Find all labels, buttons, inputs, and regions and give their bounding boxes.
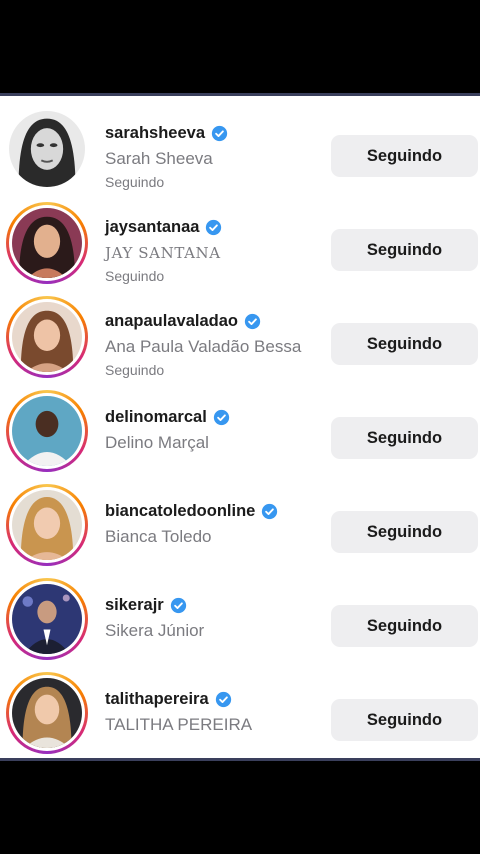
following-button[interactable]: Seguindo xyxy=(331,699,478,741)
following-button[interactable]: Seguindo xyxy=(331,417,478,459)
following-button[interactable]: Seguindo xyxy=(331,135,478,177)
username[interactable]: talithapereira xyxy=(105,688,209,710)
verified-badge-icon xyxy=(215,691,231,707)
list-item[interactable]: talithapereira TALITHA PEREIRA Seguindo xyxy=(0,668,480,762)
follow-status: Seguindo xyxy=(105,174,165,190)
following-list-screen: sarahsheeva Sarah Sheeva Seguindo Seguin… xyxy=(0,93,480,761)
avatar[interactable] xyxy=(6,296,88,378)
username[interactable]: sarahsheeva xyxy=(105,122,205,144)
full-name: Delino Marçal xyxy=(105,433,209,452)
profile-photo xyxy=(12,490,82,560)
profile-photo xyxy=(12,396,82,466)
full-name: TALITHA PEREIRA xyxy=(105,715,253,734)
profile-photo xyxy=(12,302,82,372)
avatar[interactable] xyxy=(6,390,88,472)
avatar[interactable] xyxy=(6,108,88,190)
profile-photo xyxy=(9,111,85,187)
list-item[interactable]: sikerajr Sikera Júnior Seguindo xyxy=(0,574,480,668)
full-name: Bianca Toledo xyxy=(105,527,212,546)
verified-badge-icon xyxy=(244,313,261,329)
full-name: Ana Paula Valadão Bessa xyxy=(105,337,302,356)
username[interactable]: biancatoledoonline xyxy=(105,500,255,522)
avatar[interactable] xyxy=(6,672,88,754)
full-name: Sarah Sheeva xyxy=(105,149,213,168)
following-button[interactable]: Seguindo xyxy=(331,605,478,647)
username[interactable]: anapaulavaladao xyxy=(105,310,238,332)
follow-status: Seguindo xyxy=(105,268,165,284)
profile-photo xyxy=(12,678,82,748)
username[interactable]: sikerajr xyxy=(105,594,164,616)
following-button[interactable]: Seguindo xyxy=(331,229,478,271)
profile-photo xyxy=(12,208,82,278)
username[interactable]: delinomarcal xyxy=(105,406,207,428)
avatar[interactable] xyxy=(6,484,88,566)
list-item[interactable]: biancatoledoonline Bianca Toledo Seguind… xyxy=(0,480,480,574)
verified-badge-icon xyxy=(170,597,186,613)
username[interactable]: jaysantanaa xyxy=(105,216,199,238)
full-name: JAY SANTANA xyxy=(105,244,221,262)
following-button[interactable]: Seguindo xyxy=(331,323,478,365)
verified-badge-icon xyxy=(213,409,229,425)
full-name: Sikera Júnior xyxy=(105,621,205,640)
profile-photo xyxy=(12,584,82,654)
list-item[interactable]: anapaulavaladao Ana Paula Valadão Bessa … xyxy=(0,292,480,386)
list-item[interactable]: delinomarcal Delino Marçal Seguindo xyxy=(0,386,480,480)
following-button[interactable]: Seguindo xyxy=(331,511,478,553)
verified-badge-icon xyxy=(211,125,228,141)
verified-badge-icon xyxy=(262,503,278,519)
list-item[interactable]: sarahsheeva Sarah Sheeva Seguindo Seguin… xyxy=(0,104,480,198)
avatar[interactable] xyxy=(6,578,88,660)
avatar[interactable] xyxy=(6,202,88,284)
verified-badge-icon xyxy=(206,219,222,235)
list-item[interactable]: jaysantanaa JAY SANTANA Seguindo Seguind… xyxy=(0,198,480,292)
follow-status: Seguindo xyxy=(105,362,165,378)
